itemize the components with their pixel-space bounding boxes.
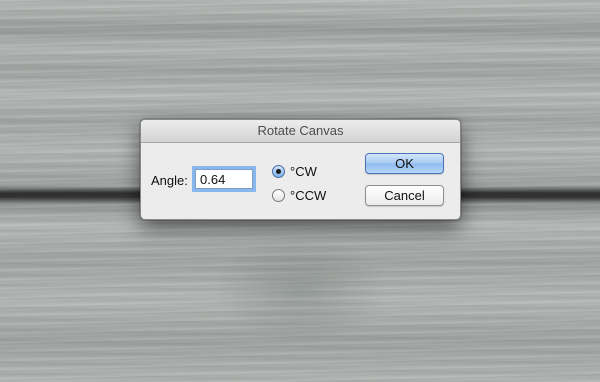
angle-input[interactable] [195,169,253,189]
dialog-body: Angle: °CW °CCW OK Cancel [141,143,460,219]
radio-option-ccw[interactable]: °CCW [272,188,326,203]
radio-unchecked-icon[interactable] [272,189,285,202]
radio-option-cw[interactable]: °CW [272,164,317,179]
dialog-title: Rotate Canvas [141,120,460,143]
wood-knot [210,235,390,345]
cancel-button[interactable]: Cancel [365,185,444,206]
radio-label-ccw: °CCW [290,188,327,203]
radio-checked-icon[interactable] [272,165,285,178]
ok-button[interactable]: OK [365,153,444,174]
rotate-canvas-dialog: Rotate Canvas Angle: °CW °CCW OK Cancel [140,119,461,220]
radio-label-cw: °CW [290,164,317,179]
angle-label: Angle: [151,173,188,188]
